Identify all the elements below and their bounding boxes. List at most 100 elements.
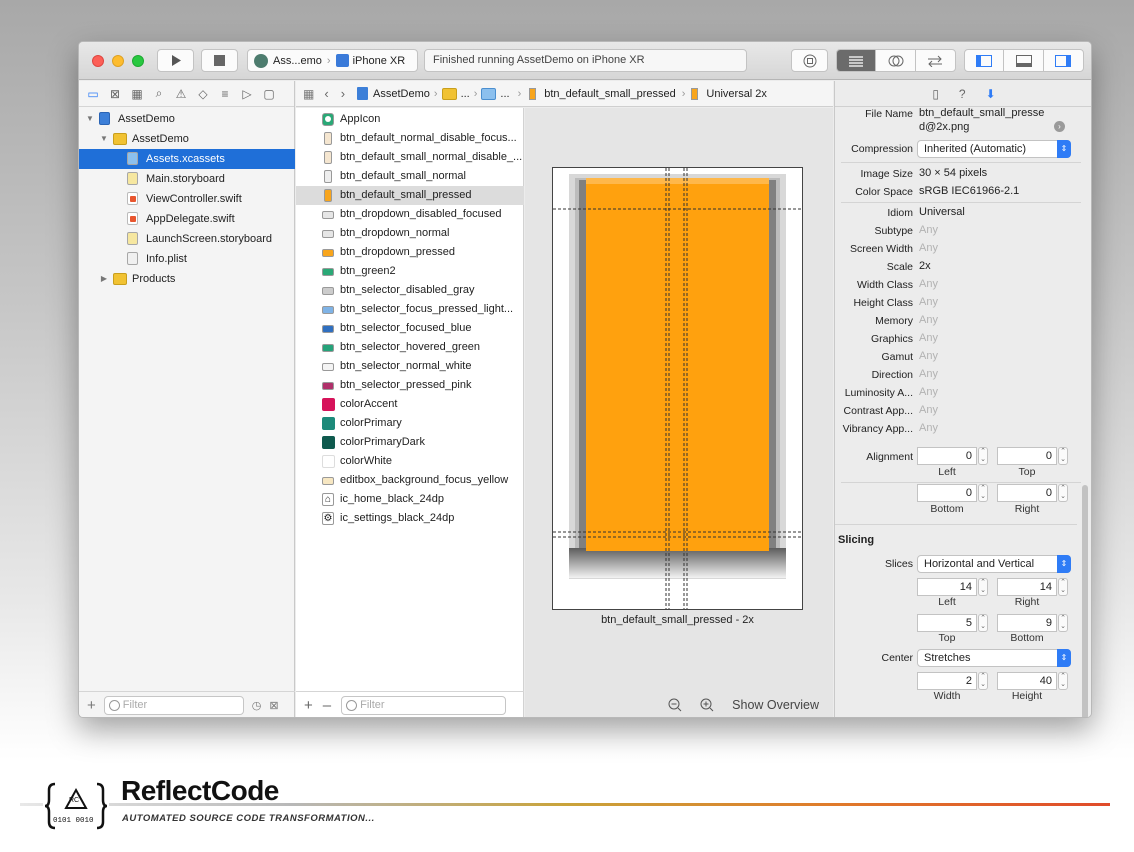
- library-button[interactable]: [791, 49, 828, 72]
- tree-item[interactable]: Info.plist: [79, 249, 295, 269]
- stepper-icon[interactable]: ⌃ ⌄: [1058, 484, 1068, 502]
- help-inspector-icon[interactable]: ?: [959, 87, 966, 101]
- file-inspector-icon[interactable]: ▯: [932, 87, 939, 101]
- disclosure-triangle-icon[interactable]: ▼: [85, 109, 95, 129]
- trait-value[interactable]: Universal: [919, 206, 965, 218]
- recent-files-icon[interactable]: ◷: [252, 699, 262, 712]
- trait-value[interactable]: Any: [919, 350, 938, 362]
- asset-list-item[interactable]: btn_default_small_normal_disable_...: [296, 148, 524, 167]
- asset-list-item[interactable]: btn_selector_focused_blue: [296, 319, 524, 338]
- alignment-bottom-field[interactable]: 0: [917, 484, 977, 502]
- navigator-filter-input[interactable]: Filter: [103, 696, 244, 715]
- stepper-icon[interactable]: ⌃ ⌄: [978, 614, 988, 632]
- trait-value[interactable]: Any: [919, 404, 938, 416]
- trait-value[interactable]: Any: [919, 422, 938, 434]
- related-items-icon[interactable]: ▦: [303, 87, 314, 101]
- slice-left-field[interactable]: 14: [917, 578, 977, 596]
- jump-item-project[interactable]: AssetDemo: [373, 88, 430, 100]
- tree-item[interactable]: ▼ AssetDemo: [79, 109, 295, 129]
- asset-filter-input[interactable]: Filter: [341, 696, 507, 715]
- report-nav-icon[interactable]: ▢: [261, 87, 277, 101]
- stepper-icon[interactable]: ⌃ ⌄: [978, 484, 988, 502]
- zoom-out-icon[interactable]: [668, 698, 682, 712]
- stepper-icon[interactable]: ⌃ ⌄: [978, 447, 988, 465]
- trait-value[interactable]: Any: [919, 278, 938, 290]
- asset-list-item[interactable]: btn_selector_normal_white: [296, 357, 524, 376]
- zoom-window-button[interactable]: [132, 55, 144, 67]
- trait-value[interactable]: Any: [919, 332, 938, 344]
- asset-list-item[interactable]: ⚙ ic_settings_black_24dp: [296, 509, 524, 528]
- asset-list-item[interactable]: colorWhite: [296, 452, 524, 471]
- assistant-editor-button[interactable]: [876, 50, 916, 71]
- asset-list-item[interactable]: colorPrimary: [296, 414, 524, 433]
- zoom-in-icon[interactable]: [700, 698, 714, 712]
- trait-value[interactable]: Any: [919, 314, 938, 326]
- alignment-left-field[interactable]: 0: [917, 447, 977, 465]
- folder-nav-icon[interactable]: ▭: [85, 87, 101, 101]
- debug-nav-icon[interactable]: ≡: [217, 87, 233, 101]
- disclosure-triangle-icon[interactable]: ▼: [99, 129, 109, 149]
- scm-filter-icon[interactable]: ⊠: [269, 699, 278, 712]
- center-width-field[interactable]: 2: [917, 672, 977, 690]
- compression-popup[interactable]: Inherited (Automatic) ⇕: [917, 140, 1071, 158]
- minimize-window-button[interactable]: [112, 55, 124, 67]
- tree-item[interactable]: LaunchScreen.storyboard: [79, 229, 295, 249]
- alignment-top-field[interactable]: 0: [997, 447, 1057, 465]
- tree-item[interactable]: ▶ Products: [79, 269, 295, 289]
- asset-list-item[interactable]: btn_selector_focus_pressed_light...: [296, 300, 524, 319]
- tree-item[interactable]: AppDelegate.swift: [79, 209, 295, 229]
- tree-item[interactable]: ViewController.swift: [79, 189, 295, 209]
- jump-item-imageset[interactable]: btn_default_small_pressed: [544, 88, 675, 100]
- trait-value[interactable]: 2x: [919, 260, 931, 272]
- tree-item[interactable]: ▼ AssetDemo: [79, 129, 295, 149]
- asset-list-item[interactable]: btn_green2: [296, 262, 524, 281]
- scheme-selector[interactable]: Ass...emo › iPhone XR: [247, 49, 418, 72]
- forward-arrow-icon[interactable]: ›: [341, 86, 345, 101]
- attributes-inspector-icon[interactable]: ⬇: [986, 87, 996, 101]
- toggle-debug-area-button[interactable]: [1004, 50, 1044, 71]
- trait-value[interactable]: Any: [919, 386, 938, 398]
- toggle-navigator-button[interactable]: [965, 50, 1005, 71]
- tree-item[interactable]: Assets.xcassets: [79, 149, 295, 169]
- slices-popup[interactable]: Horizontal and Vertical ⇕: [917, 555, 1071, 573]
- breakpoint-nav-icon[interactable]: ▷: [239, 87, 255, 101]
- asset-list-item[interactable]: btn_selector_pressed_pink: [296, 376, 524, 395]
- add-icon[interactable]: +: [304, 697, 313, 714]
- inspector-scrollbar[interactable]: [1082, 485, 1088, 717]
- remove-icon[interactable]: –: [323, 697, 331, 714]
- close-window-button[interactable]: [92, 55, 104, 67]
- asset-list-item[interactable]: btn_dropdown_normal: [296, 224, 524, 243]
- back-arrow-icon[interactable]: ‹: [324, 86, 328, 101]
- asset-list-item[interactable]: btn_selector_disabled_gray: [296, 281, 524, 300]
- trait-value[interactable]: Any: [919, 224, 938, 236]
- center-height-field[interactable]: 40: [997, 672, 1057, 690]
- alignment-right-field[interactable]: 0: [997, 484, 1057, 502]
- jump-item-slot[interactable]: Universal 2x: [706, 88, 767, 100]
- stepper-icon[interactable]: ⌃ ⌄: [1058, 614, 1068, 632]
- asset-list-item[interactable]: btn_default_small_pressed: [296, 186, 524, 205]
- asset-list-item[interactable]: editbox_background_focus_yellow: [296, 471, 524, 490]
- standard-editor-button[interactable]: [837, 50, 877, 71]
- test-nav-icon[interactable]: ◇: [195, 87, 211, 101]
- asset-list-item[interactable]: ⌂ ic_home_black_24dp: [296, 490, 524, 509]
- asset-list-item[interactable]: colorPrimaryDark: [296, 433, 524, 452]
- slicing-preview-frame[interactable]: [552, 167, 803, 610]
- show-overview-button[interactable]: Show Overview: [732, 698, 819, 712]
- asset-list-item[interactable]: AppIcon: [296, 110, 524, 129]
- trait-value[interactable]: Any: [919, 242, 938, 254]
- stepper-icon[interactable]: ⌃ ⌄: [1058, 578, 1068, 596]
- asset-list-item[interactable]: btn_selector_hovered_green: [296, 338, 524, 357]
- stepper-icon[interactable]: ⌃ ⌄: [1058, 672, 1068, 690]
- reveal-in-finder-icon[interactable]: ›: [1054, 121, 1065, 132]
- stop-button[interactable]: [201, 49, 238, 72]
- jump-item-catalog[interactable]: ...: [500, 88, 509, 100]
- slice-right-field[interactable]: 14: [997, 578, 1057, 596]
- stepper-icon[interactable]: ⌃ ⌄: [1058, 447, 1068, 465]
- slice-bottom-field[interactable]: 9: [997, 614, 1057, 632]
- source-control-nav-icon[interactable]: ⊠: [107, 87, 123, 101]
- search-nav-icon[interactable]: ⌕: [151, 86, 167, 101]
- trait-value[interactable]: Any: [919, 368, 938, 380]
- symbol-nav-icon[interactable]: ▦: [129, 87, 145, 101]
- version-editor-button[interactable]: [916, 50, 955, 71]
- add-icon[interactable]: +: [87, 697, 96, 714]
